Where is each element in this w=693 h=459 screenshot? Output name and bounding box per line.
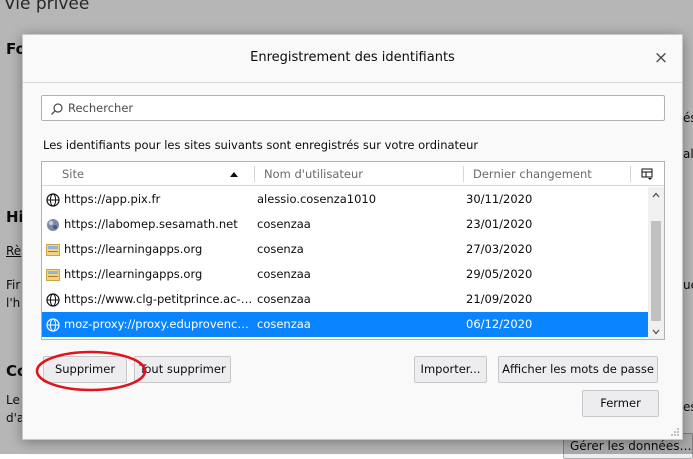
row-username: cosenza bbox=[257, 242, 304, 256]
row-site: https://app.pix.fr bbox=[64, 192, 161, 206]
search-box[interactable] bbox=[41, 95, 665, 121]
column-picker-icon[interactable] bbox=[641, 168, 653, 180]
show-passwords-button[interactable]: Afficher les mots de passe bbox=[498, 356, 658, 383]
table-row[interactable]: https://learningapps.org cosenza 27/03/2… bbox=[42, 237, 648, 262]
table-scrollbar[interactable] bbox=[648, 187, 664, 339]
row-username: cosenzaa bbox=[257, 217, 311, 231]
row-site: moz-proxy://proxy.eduprovence.f... bbox=[64, 317, 254, 331]
row-date: 06/12/2020 bbox=[466, 317, 533, 331]
table-row[interactable]: https://learningapps.org cosenzaa 29/05/… bbox=[42, 262, 648, 287]
table-row-selected[interactable]: moz-proxy://proxy.eduprovence.f... cosen… bbox=[42, 312, 648, 337]
table-row[interactable]: https://app.pix.fr alessio.cosenza1010 3… bbox=[42, 187, 648, 212]
search-icon bbox=[51, 103, 63, 115]
column-header-username[interactable]: Nom d'utilisateur bbox=[264, 162, 363, 186]
column-separator[interactable] bbox=[254, 166, 255, 182]
info-text: Les identifiants pour les sites suivants… bbox=[43, 138, 479, 152]
table-header: Site Nom d'utilisateur Dernier changemen… bbox=[42, 162, 664, 186]
row-username: alessio.cosenza1010 bbox=[257, 192, 377, 206]
row-date: 23/01/2020 bbox=[466, 217, 533, 231]
column-header-last-changed[interactable]: Dernier changement bbox=[473, 162, 592, 186]
row-date: 27/03/2020 bbox=[466, 242, 533, 256]
dialog-title: Enregistrement des identifiants bbox=[250, 50, 455, 65]
saved-logins-dialog: Enregistrement des identifiants × Les id… bbox=[22, 34, 683, 440]
scrollbar-thumb[interactable] bbox=[651, 221, 661, 321]
column-header-site[interactable]: Site bbox=[62, 162, 84, 186]
row-username: cosenzaa bbox=[257, 292, 311, 306]
import-button[interactable]: Importer... bbox=[414, 356, 487, 383]
dialog-titlebar: Enregistrement des identifiants × bbox=[23, 35, 682, 83]
row-site: https://learningapps.org bbox=[64, 242, 203, 256]
row-site: https://labomep.sesamath.net bbox=[64, 217, 238, 231]
chevron-down-icon[interactable] bbox=[652, 328, 660, 336]
globe-icon bbox=[46, 193, 60, 207]
table-row[interactable]: https://labomep.sesamath.net cosenzaa 23… bbox=[42, 212, 648, 237]
logins-table: Site Nom d'utilisateur Dernier changemen… bbox=[41, 161, 665, 340]
close-icon[interactable]: × bbox=[648, 45, 674, 71]
row-date: 30/11/2020 bbox=[466, 192, 533, 206]
globe-icon bbox=[46, 293, 60, 307]
row-username: cosenzaa bbox=[257, 317, 311, 331]
table-row[interactable]: https://www.clg-petitprince.ac-aix... co… bbox=[42, 287, 648, 312]
red-annotation-ellipse bbox=[35, 350, 147, 392]
row-date: 29/05/2020 bbox=[466, 267, 533, 281]
site-favicon-learningapps bbox=[46, 269, 60, 281]
search-input[interactable] bbox=[66, 98, 656, 118]
row-site: https://www.clg-petitprince.ac-aix... bbox=[64, 292, 254, 306]
row-username: cosenzaa bbox=[257, 267, 311, 281]
column-separator[interactable] bbox=[630, 166, 631, 182]
resize-grip-icon[interactable] bbox=[668, 425, 680, 437]
row-date: 21/09/2020 bbox=[466, 292, 533, 306]
site-favicon-learningapps bbox=[46, 244, 60, 256]
globe-icon bbox=[46, 318, 60, 332]
delete-all-button[interactable]: Tout supprimer bbox=[134, 356, 231, 383]
row-site: https://learningapps.org bbox=[64, 267, 203, 281]
column-separator[interactable] bbox=[463, 166, 464, 182]
close-button[interactable]: Fermer bbox=[582, 390, 659, 417]
sort-ascending-icon bbox=[230, 172, 238, 177]
chevron-up-icon[interactable] bbox=[652, 191, 660, 199]
site-favicon-labomep bbox=[47, 219, 59, 231]
